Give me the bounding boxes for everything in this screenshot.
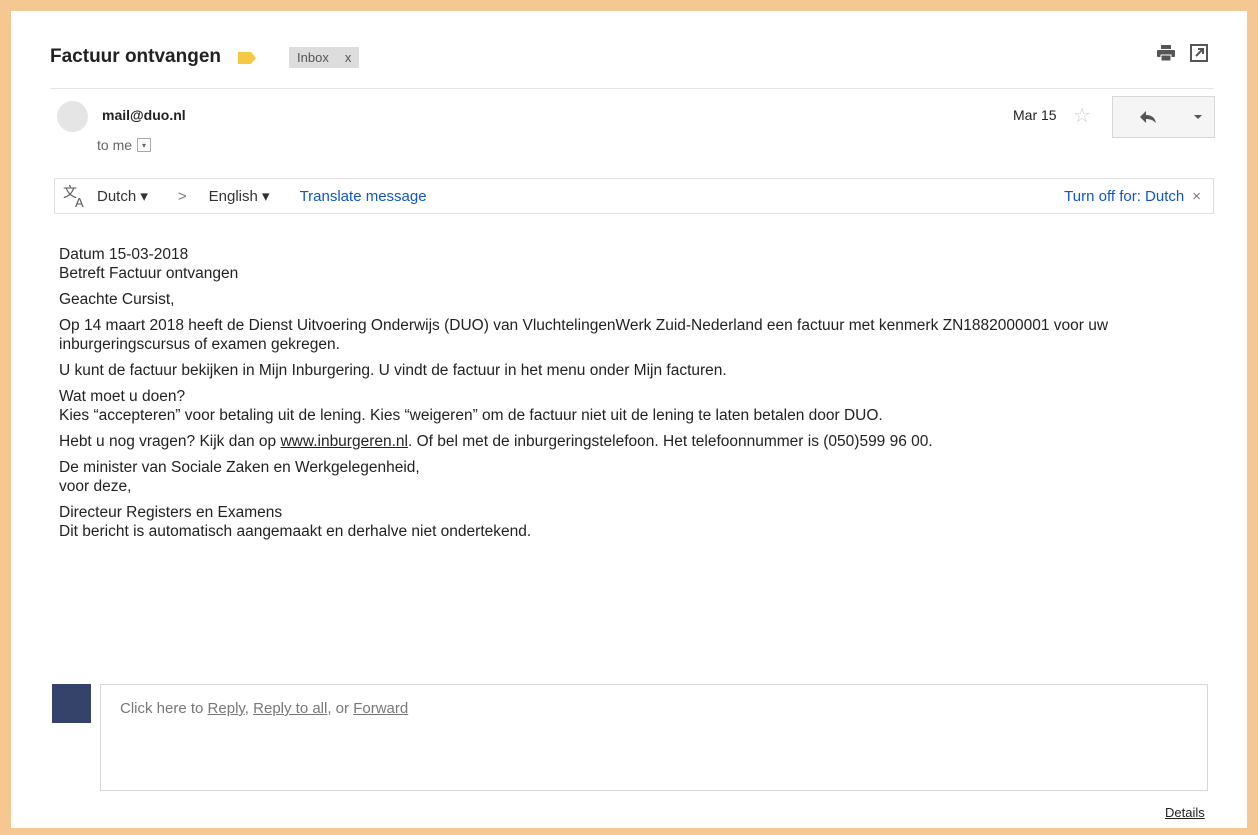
turn-off-label[interactable]: Turn off for: Dutch — [1064, 188, 1184, 205]
body-contact-pre: Hebt u nog vragen? Kijk dan op — [59, 433, 281, 450]
reply-link[interactable]: Reply — [208, 700, 245, 717]
reply-separator-1: , — [244, 700, 254, 717]
body-greeting: Geachte Cursist, — [59, 291, 175, 308]
chevron-down-icon — [1194, 115, 1202, 119]
translate-bar: 文 A Dutch ▾ > English ▾ Translate messag… — [54, 178, 1214, 214]
source-language-dropdown[interactable]: Dutch ▾ — [97, 187, 148, 205]
body-voor-deze: voor deze, — [59, 478, 132, 495]
inburgeren-link[interactable]: www.inburgeren.nl — [280, 433, 408, 450]
reply-box[interactable]: Click here to Reply, Reply to all, or Fo… — [100, 684, 1208, 791]
body-subject-line: Betreft Factuur ontvangen — [59, 265, 239, 282]
svg-text:A: A — [75, 195, 84, 210]
email-body: Datum 15-03-2018 Betreft Factuur ontvang… — [59, 245, 1219, 548]
inbox-label: Inbox — [297, 49, 329, 65]
body-paragraph-2: U kunt de factuur bekijken in Mijn Inbur… — [59, 362, 727, 379]
body-contact-post: . Of bel met de inburgeringstelefoon. He… — [407, 433, 933, 450]
body-minister: De minister van Sociale Zaken en Werkgel… — [59, 459, 420, 476]
subject-row: Factuur ontvangen Inbox x — [50, 43, 360, 71]
top-icons — [1156, 44, 1208, 67]
target-language-dropdown[interactable]: English ▾ — [209, 187, 270, 205]
remove-label-button[interactable]: x — [345, 50, 352, 65]
label-tag-icon[interactable] — [237, 51, 257, 64]
show-details-icon[interactable]: ▾ — [137, 138, 152, 152]
user-avatar — [52, 684, 91, 723]
divider — [50, 88, 1214, 89]
details-link[interactable]: Details — [1165, 805, 1205, 820]
translate-icon: 文 A — [61, 182, 89, 210]
arrow-icon: > — [177, 187, 187, 205]
turn-off-translation[interactable]: Turn off for: Dutch × — [1064, 188, 1201, 205]
reply-icon — [1140, 111, 1156, 123]
reply-button[interactable] — [1112, 96, 1184, 138]
reply-all-link[interactable]: Reply to all — [253, 700, 327, 717]
source-language-label: Dutch — [97, 188, 137, 205]
body-question-text: Kies “accepteren” voor betaling uit de l… — [59, 407, 883, 424]
print-icon[interactable] — [1156, 44, 1176, 67]
body-date-line: Datum 15-03-2018 — [59, 246, 189, 263]
body-auto-note: Dit bericht is automatisch aangemaakt en… — [59, 523, 532, 540]
star-icon[interactable]: ☆ — [1073, 103, 1091, 128]
new-window-icon[interactable] — [1190, 44, 1208, 67]
sender-avatar[interactable] — [57, 101, 88, 132]
reply-prompt: Click here to Reply, Reply to all, or Fo… — [120, 700, 408, 717]
forward-link[interactable]: Forward — [353, 700, 408, 717]
translate-message-link[interactable]: Translate message — [300, 188, 427, 205]
sender-email[interactable]: mail@duo.nl — [102, 107, 186, 123]
recipient-row: to me ▾ — [97, 137, 152, 153]
inbox-label-chip: Inbox x — [289, 46, 360, 68]
more-options-button[interactable] — [1182, 96, 1215, 138]
body-question-heading: Wat moet u doen? — [59, 388, 186, 405]
reply-prefix: Click here to — [120, 700, 208, 717]
reply-separator-2: , or — [327, 700, 354, 717]
email-subject: Factuur ontvangen — [50, 46, 222, 67]
close-icon[interactable]: × — [1192, 188, 1201, 205]
body-director: Directeur Registers en Examens — [59, 504, 283, 521]
recipient-label: to me — [97, 137, 133, 153]
body-paragraph-1: Op 14 maart 2018 heeft de Dienst Uitvoer… — [59, 317, 1109, 353]
target-language-label: English — [208, 188, 258, 205]
email-date: Mar 15 — [1013, 107, 1057, 123]
